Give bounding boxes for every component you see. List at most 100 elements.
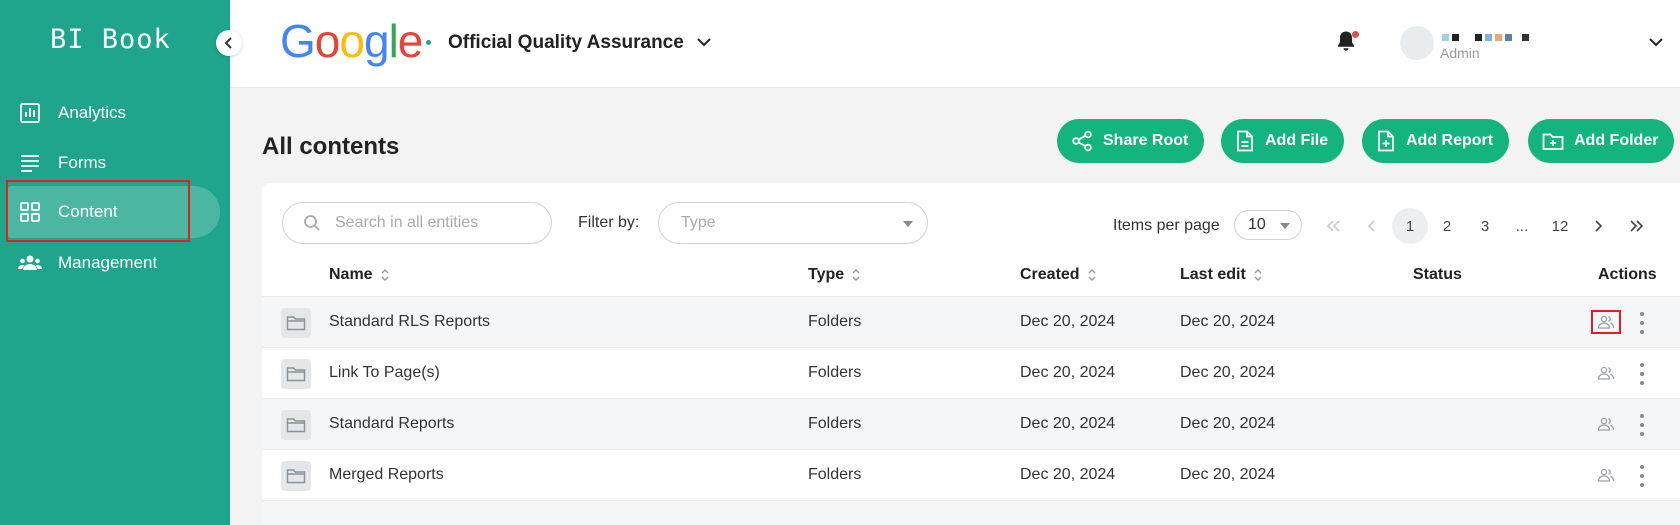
search-icon xyxy=(304,215,320,231)
page-button[interactable]: 12 xyxy=(1542,208,1578,244)
column-header-last-edit[interactable]: Last edit xyxy=(1180,266,1262,284)
row-last-edit: Dec 20, 2024 xyxy=(1180,313,1276,330)
add-folder-button[interactable]: Add Folder xyxy=(1528,119,1675,163)
row-type: Folders xyxy=(808,415,862,432)
column-header-created[interactable]: Created xyxy=(1020,266,1096,284)
logo-letter: G xyxy=(280,15,316,67)
last-page-button[interactable] xyxy=(1618,208,1654,244)
organization-name[interactable]: Official Quality Assurance xyxy=(448,32,684,54)
page-ellipsis: ... xyxy=(1515,217,1529,235)
table-row[interactable]: Standard RLS Reports Folders Dec 20, 202… xyxy=(262,296,1680,347)
row-created: Dec 20, 2024 xyxy=(1020,313,1116,330)
row-last-edit: Dec 20, 2024 xyxy=(1180,466,1276,483)
share-icon xyxy=(1072,130,1092,152)
chevron-left-icon xyxy=(1368,220,1375,232)
sidebar: BI Book Analytics Forms Content Manageme… xyxy=(0,0,230,525)
sidebar-item-forms[interactable]: Forms xyxy=(6,137,220,189)
share-users-icon[interactable] xyxy=(1591,310,1621,334)
row-created: Dec 20, 2024 xyxy=(1020,364,1116,381)
folder-icon xyxy=(281,359,311,389)
separator-dot xyxy=(426,40,431,45)
type-placeholder: Type xyxy=(681,214,716,231)
search-placeholder: Search in all entities xyxy=(335,214,479,231)
avatar[interactable] xyxy=(1400,26,1434,60)
caret-down-icon xyxy=(1280,223,1290,229)
share-users-icon[interactable] xyxy=(1591,463,1621,487)
user-role: Admin xyxy=(1440,45,1480,61)
table-row[interactable]: Standard Reports Folders Dec 20, 2024 De… xyxy=(262,398,1680,449)
collapse-sidebar-button[interactable] xyxy=(216,30,242,56)
content-card: Search in all entities Filter by: Type I… xyxy=(262,183,1680,525)
sidebar-item-analytics[interactable]: Analytics xyxy=(6,87,220,139)
column-header-name[interactable]: Name xyxy=(329,266,389,284)
double-chevron-left-icon xyxy=(1327,220,1340,232)
sidebar-item-label: Content xyxy=(58,202,118,221)
folder-icon xyxy=(281,461,311,491)
chevron-down-icon[interactable] xyxy=(1648,34,1664,52)
row-created: Dec 20, 2024 xyxy=(1020,466,1116,483)
brand-logo: BI Book xyxy=(50,24,171,55)
first-page-button[interactable] xyxy=(1316,208,1352,244)
table-row-partial xyxy=(262,500,1680,525)
column-header-status: Status xyxy=(1413,266,1462,283)
logo-letter: g xyxy=(363,15,390,67)
row-name[interactable]: Standard RLS Reports xyxy=(329,313,490,331)
row-name[interactable]: Link To Page(s) xyxy=(329,364,440,382)
grid-icon xyxy=(18,200,42,224)
items-per-page-select[interactable]: 10 xyxy=(1234,210,1302,240)
more-options-icon[interactable] xyxy=(1638,363,1646,385)
chevron-right-icon xyxy=(1595,220,1602,232)
more-options-icon[interactable] xyxy=(1638,312,1646,334)
notification-badge xyxy=(1352,31,1359,38)
table-row[interactable]: Merged Reports Folders Dec 20, 2024 Dec … xyxy=(262,449,1680,500)
page-button[interactable]: 1 xyxy=(1392,208,1428,244)
column-header-actions: Actions xyxy=(1598,266,1657,283)
row-name[interactable]: Standard Reports xyxy=(329,415,454,433)
filter-label: Filter by: xyxy=(578,214,640,231)
row-last-edit: Dec 20, 2024 xyxy=(1180,364,1276,381)
search-input[interactable]: Search in all entities xyxy=(282,202,552,244)
prev-page-button[interactable] xyxy=(1354,208,1390,244)
row-type: Folders xyxy=(808,313,862,330)
top-bar: Google Official Quality Assurance Admin xyxy=(230,0,1680,88)
row-last-edit: Dec 20, 2024 xyxy=(1180,415,1276,432)
users-icon xyxy=(18,251,42,275)
type-filter-select[interactable]: Type xyxy=(658,202,928,244)
add-report-icon xyxy=(1378,130,1394,152)
share-root-button[interactable]: Share Root xyxy=(1057,119,1205,163)
row-name[interactable]: Merged Reports xyxy=(329,466,444,484)
google-logo: Google xyxy=(280,14,424,68)
sidebar-item-content[interactable]: Content xyxy=(6,186,220,238)
share-users-icon[interactable] xyxy=(1591,412,1621,436)
folder-icon xyxy=(281,308,311,338)
sidebar-item-label: Management xyxy=(58,253,158,272)
sort-icon xyxy=(1088,268,1096,282)
logo-letter: o xyxy=(339,15,365,67)
page-button[interactable]: 3 xyxy=(1467,208,1503,244)
logo-letter: o xyxy=(314,15,341,67)
row-type: Folders xyxy=(808,364,862,381)
chevron-left-icon xyxy=(224,37,232,49)
caret-down-icon xyxy=(903,221,913,227)
logo-letter: e xyxy=(397,15,424,67)
share-users-icon[interactable] xyxy=(1591,361,1621,385)
add-folder-icon xyxy=(1542,133,1564,150)
bar-chart-icon xyxy=(18,101,42,125)
add-report-button[interactable]: Add Report xyxy=(1362,119,1510,163)
row-created: Dec 20, 2024 xyxy=(1020,415,1116,432)
table-row[interactable]: Link To Page(s) Folders Dec 20, 2024 Dec… xyxy=(262,347,1680,398)
items-per-page-label: Items per page xyxy=(1113,217,1220,234)
logo-text: Google xyxy=(280,14,424,68)
column-header-type[interactable]: Type xyxy=(808,266,860,284)
page-button[interactable]: 2 xyxy=(1429,208,1465,244)
chevron-down-icon[interactable] xyxy=(696,34,712,52)
more-options-icon[interactable] xyxy=(1638,465,1646,487)
next-page-button[interactable] xyxy=(1580,208,1616,244)
sidebar-item-label: Forms xyxy=(58,153,107,172)
row-type: Folders xyxy=(808,466,862,483)
add-file-button[interactable]: Add File xyxy=(1221,119,1345,163)
sidebar-item-management[interactable]: Management xyxy=(6,237,220,289)
forms-icon xyxy=(18,151,42,175)
logo-letter: l xyxy=(388,15,399,67)
more-options-icon[interactable] xyxy=(1638,414,1646,436)
